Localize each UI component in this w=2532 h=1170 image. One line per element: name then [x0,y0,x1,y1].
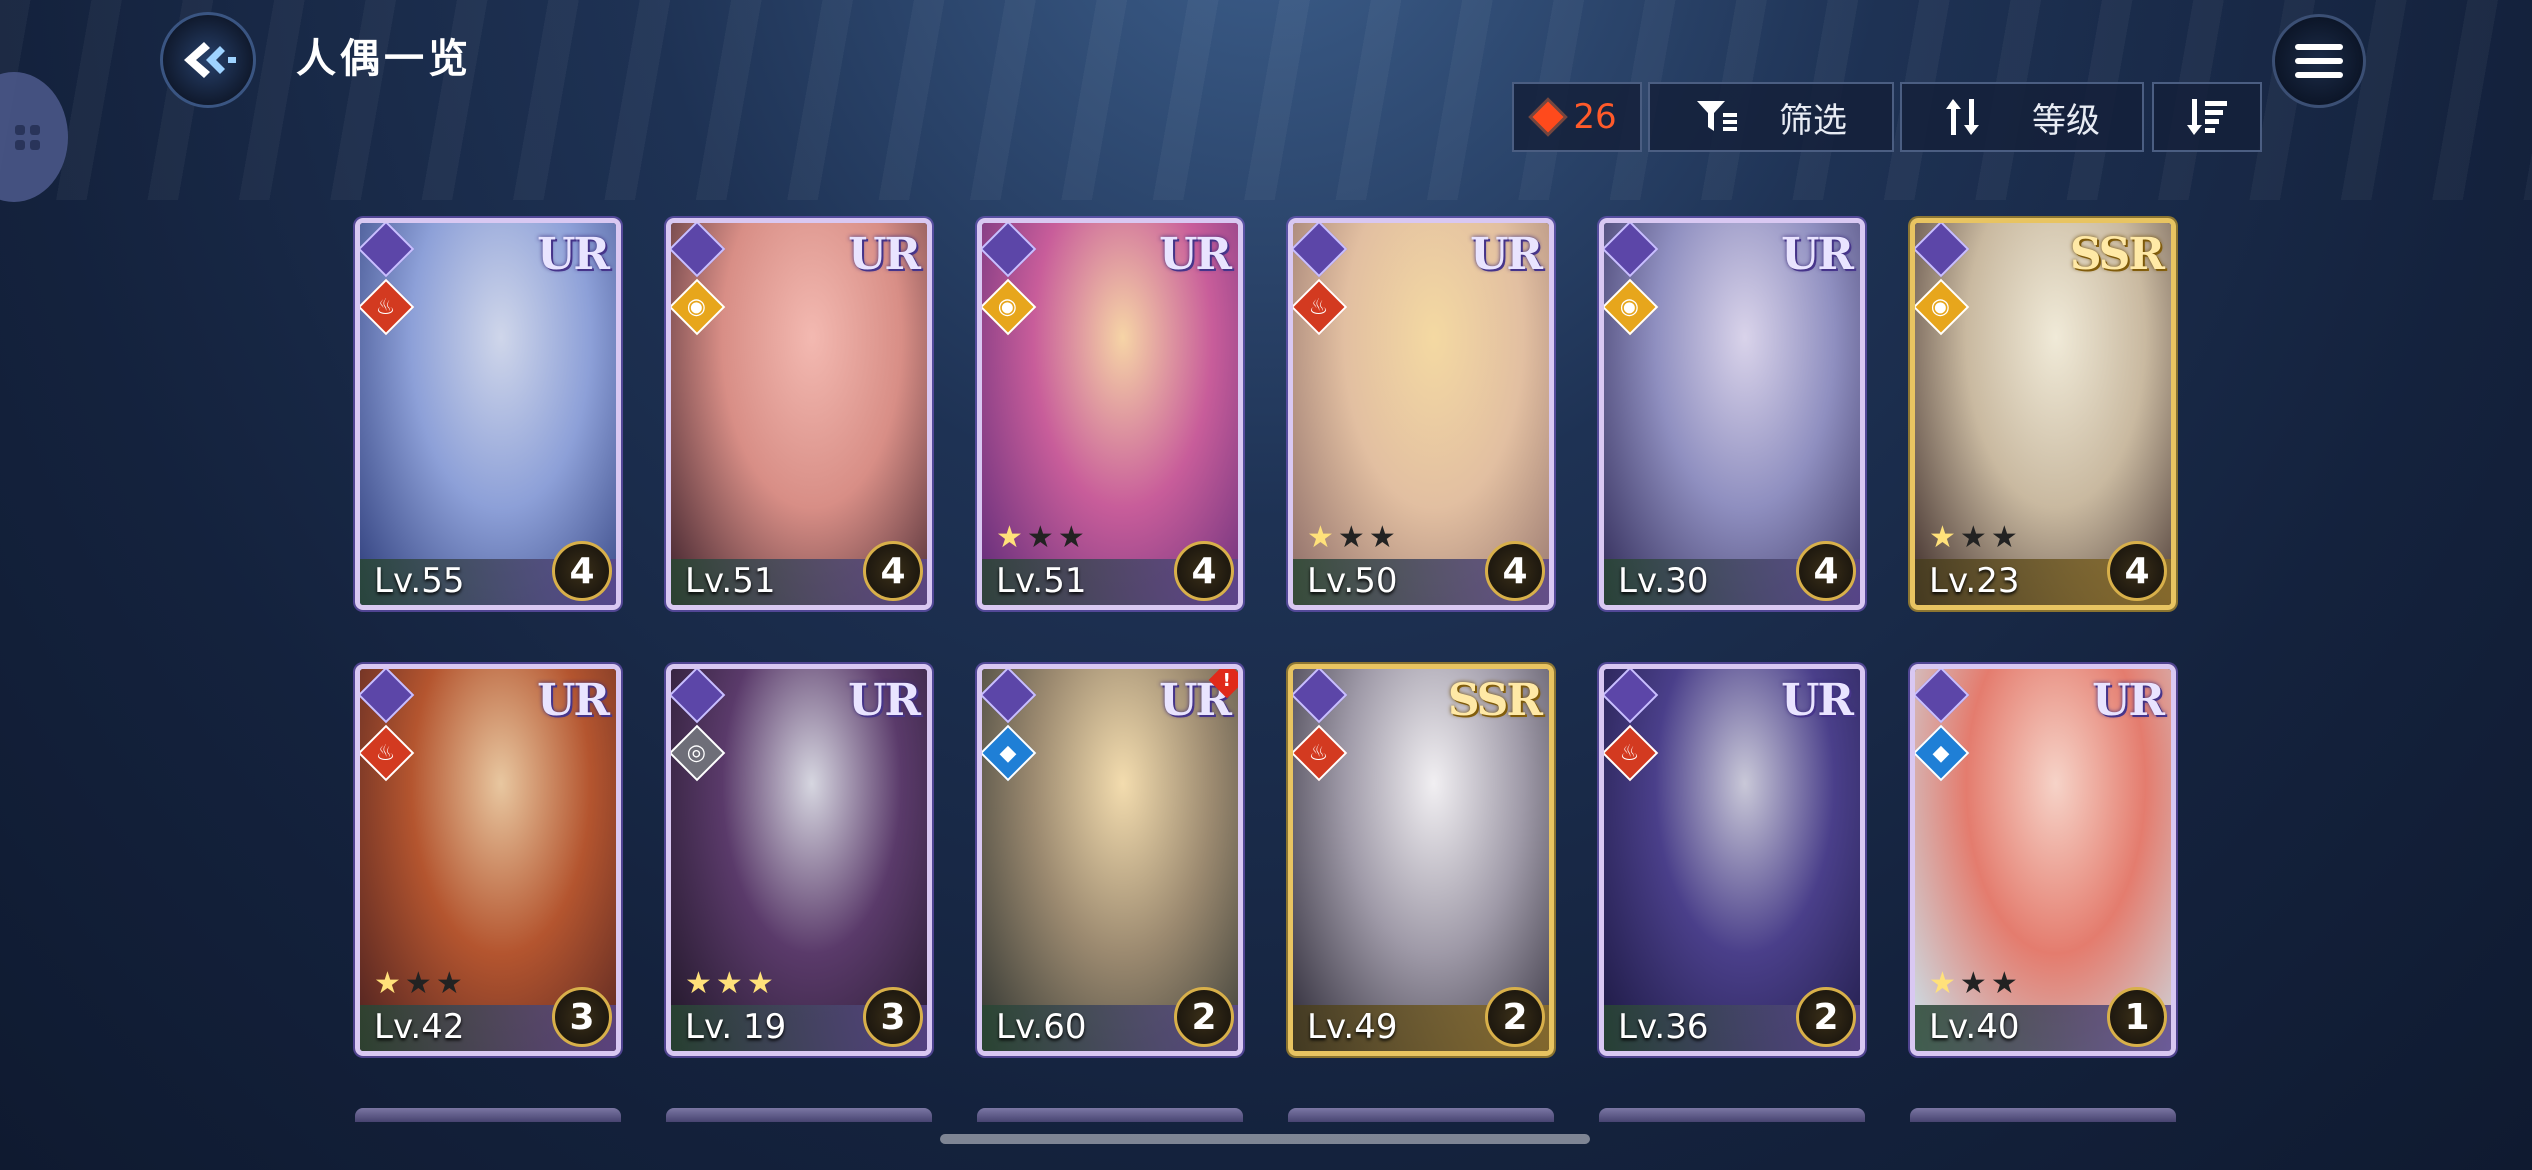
next-row-partial [355,1108,2176,1122]
doll-card[interactable]: ◎ UR ★★★ Lv. 19 3 [666,664,932,1056]
page-title: 人偶一览 [296,36,472,82]
star-icon: ★ [1929,520,1960,555]
star-icon: ★ [715,966,747,1001]
star-icon: ★ [1959,966,1991,1001]
back-button[interactable] [160,12,256,108]
star-icon: ★ [1026,520,1058,555]
star-icon: ★ [1959,520,1991,555]
back-arrow-icon [184,42,236,78]
star-icon: ★ [435,966,467,1001]
rarity-label: UR [848,675,921,726]
sort-order-button[interactable] [2152,82,2262,152]
star-rating: ★★★ [685,966,778,1001]
rarity-label: SSR [1447,675,1543,726]
level-label: Lv.51 [685,561,776,601]
doll-card[interactable]: ◆ UR ★★★ Lv.40 1 [1910,664,2176,1056]
star-icon: ★ [1307,520,1338,555]
rarity-label: UR [537,675,610,726]
doll-card[interactable]: ◉ UR Lv.51 4 [666,218,932,610]
doll-card[interactable]: ◉ UR Lv.30 4 [1599,218,1865,610]
filter-button[interactable]: 筛选 [1648,82,1894,152]
level-label: Lv.49 [1307,1007,1398,1047]
doll-card-partial[interactable] [1288,1108,1554,1122]
rarity-label: UR [848,229,921,280]
doll-card-partial[interactable] [666,1108,932,1122]
level-label: Lv.51 [996,561,1087,601]
sort-arrows-icon [1946,99,1979,135]
rank-badge: 4 [2107,541,2167,601]
star-rating: ★★★ [1929,966,2022,1001]
star-icon: ★ [746,966,778,1001]
level-label: Lv.40 [1929,1007,2020,1047]
star-icon: ★ [1990,520,2022,555]
doll-card[interactable]: ♨ UR ★★★ Lv.50 4 [1288,218,1554,610]
star-icon: ★ [1368,520,1400,555]
level-label: Lv.30 [1618,561,1709,601]
star-icon: ★ [1057,520,1089,555]
doll-card[interactable]: ♨ UR Lv.36 2 [1599,664,1865,1056]
rarity-label: UR [1470,229,1543,280]
level-label: Lv.60 [996,1007,1087,1047]
rank-badge: 2 [1174,987,1234,1047]
rank-badge: 4 [1796,541,1856,601]
rank-badge: 4 [552,541,612,601]
menu-button[interactable] [2272,14,2366,108]
level-label: Lv.23 [1929,561,2020,601]
red-gem-icon [1532,101,1564,133]
star-icon: ★ [374,966,405,1001]
doll-card-partial[interactable] [977,1108,1243,1122]
doll-card-partial[interactable] [1599,1108,1865,1122]
star-icon: ★ [685,966,716,1001]
doll-card-partial[interactable] [355,1108,621,1122]
home-indicator[interactable] [940,1134,1590,1144]
rank-badge: 4 [1485,541,1545,601]
star-icon: ★ [1929,966,1960,1001]
sort-label: 等级 [2032,100,2100,141]
rank-badge: 4 [1174,541,1234,601]
filter-icon [1697,101,1737,131]
star-icon: ★ [996,520,1027,555]
rank-badge: 2 [1485,987,1545,1047]
doll-card[interactable]: ♨ SSR Lv.49 2 [1288,664,1554,1056]
filter-label: 筛选 [1779,100,1847,141]
rank-badge: 1 [2107,987,2167,1047]
level-label: Lv.50 [1307,561,1398,601]
level-label: Lv. 19 [685,1007,787,1047]
rarity-label: UR [1159,229,1232,280]
star-icon: ★ [404,966,436,1001]
rank-badge: 2 [1796,987,1856,1047]
hamburger-menu-icon [2295,36,2343,86]
sort-button[interactable]: 等级 [1900,82,2144,152]
star-icon: ★ [1990,966,2022,1001]
star-rating: ★★★ [374,966,467,1001]
level-label: Lv.55 [374,561,465,601]
level-label: Lv.36 [1618,1007,1709,1047]
descending-order-icon [2187,99,2227,135]
currency-value: 26 [1573,97,1617,137]
rarity-label: UR [1781,675,1854,726]
side-drawer-tab[interactable] [0,72,68,202]
doll-card[interactable]: ♨ UR ★★★ Lv.42 3 [355,664,621,1056]
rarity-label: UR [2092,675,2165,726]
rank-badge: 3 [863,987,923,1047]
doll-card-partial[interactable] [1910,1108,2176,1122]
star-rating: ★★★ [996,520,1089,555]
doll-card[interactable]: ◉ UR ★★★ Lv.51 4 [977,218,1243,610]
doll-card[interactable]: ◆ UR Lv.60 2! [977,664,1243,1056]
rarity-label: UR [537,229,610,280]
rarity-label: UR [1781,229,1854,280]
currency-display: 26 [1512,82,1642,152]
doll-card[interactable]: ♨ UR Lv.55 4 [355,218,621,610]
grid-dots-icon [15,124,40,150]
star-icon: ★ [1337,520,1369,555]
rarity-label: SSR [2069,229,2165,280]
level-label: Lv.42 [374,1007,465,1047]
rank-badge: 3 [552,987,612,1047]
star-rating: ★★★ [1929,520,2022,555]
star-rating: ★★★ [1307,520,1400,555]
rank-badge: 4 [863,541,923,601]
doll-card[interactable]: ◉ SSR ★★★ Lv.23 4 [1910,218,2176,610]
